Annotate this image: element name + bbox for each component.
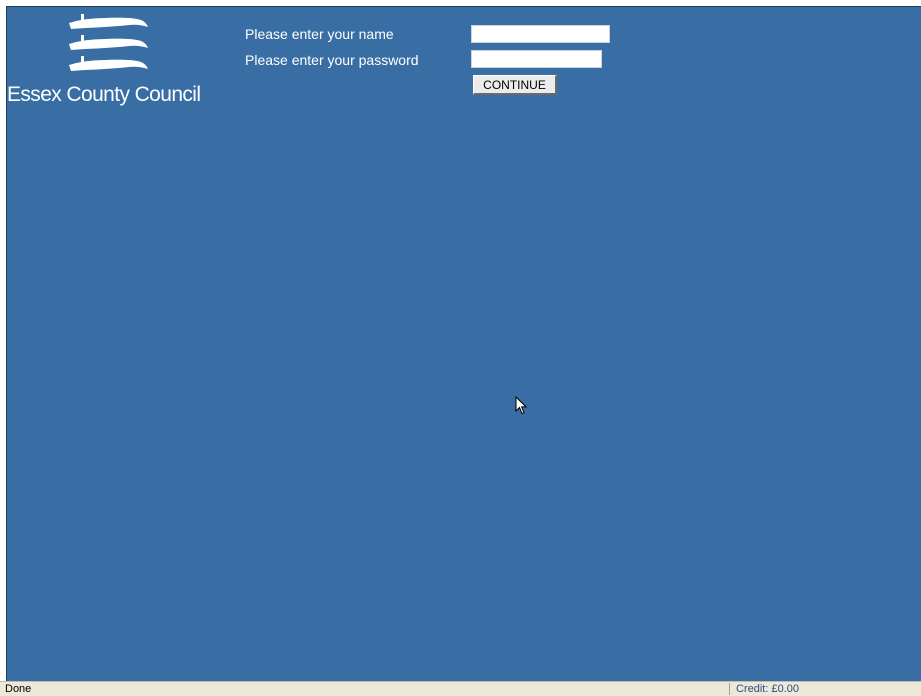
council-name: Essex County Council bbox=[7, 83, 201, 106]
page-content: Essex County Council Please enter your n… bbox=[6, 6, 921, 681]
council-logo: Essex County Council bbox=[7, 7, 222, 117]
password-label: Please enter your password bbox=[245, 52, 419, 68]
credit-indicator: Credit: £0.00 bbox=[736, 683, 799, 695]
password-input[interactable] bbox=[471, 50, 602, 68]
status-divider bbox=[729, 683, 730, 695]
status-bar: Done Credit: £0.00 bbox=[0, 681, 921, 696]
name-label: Please enter your name bbox=[245, 26, 394, 42]
continue-button[interactable]: CONTINUE bbox=[473, 75, 557, 95]
three-seaxes-icon bbox=[69, 14, 148, 71]
status-text: Done bbox=[5, 683, 32, 695]
mouse-pointer-icon bbox=[515, 396, 527, 415]
browser-frame: Essex County Council Please enter your n… bbox=[0, 0, 921, 696]
name-input[interactable] bbox=[471, 25, 610, 43]
